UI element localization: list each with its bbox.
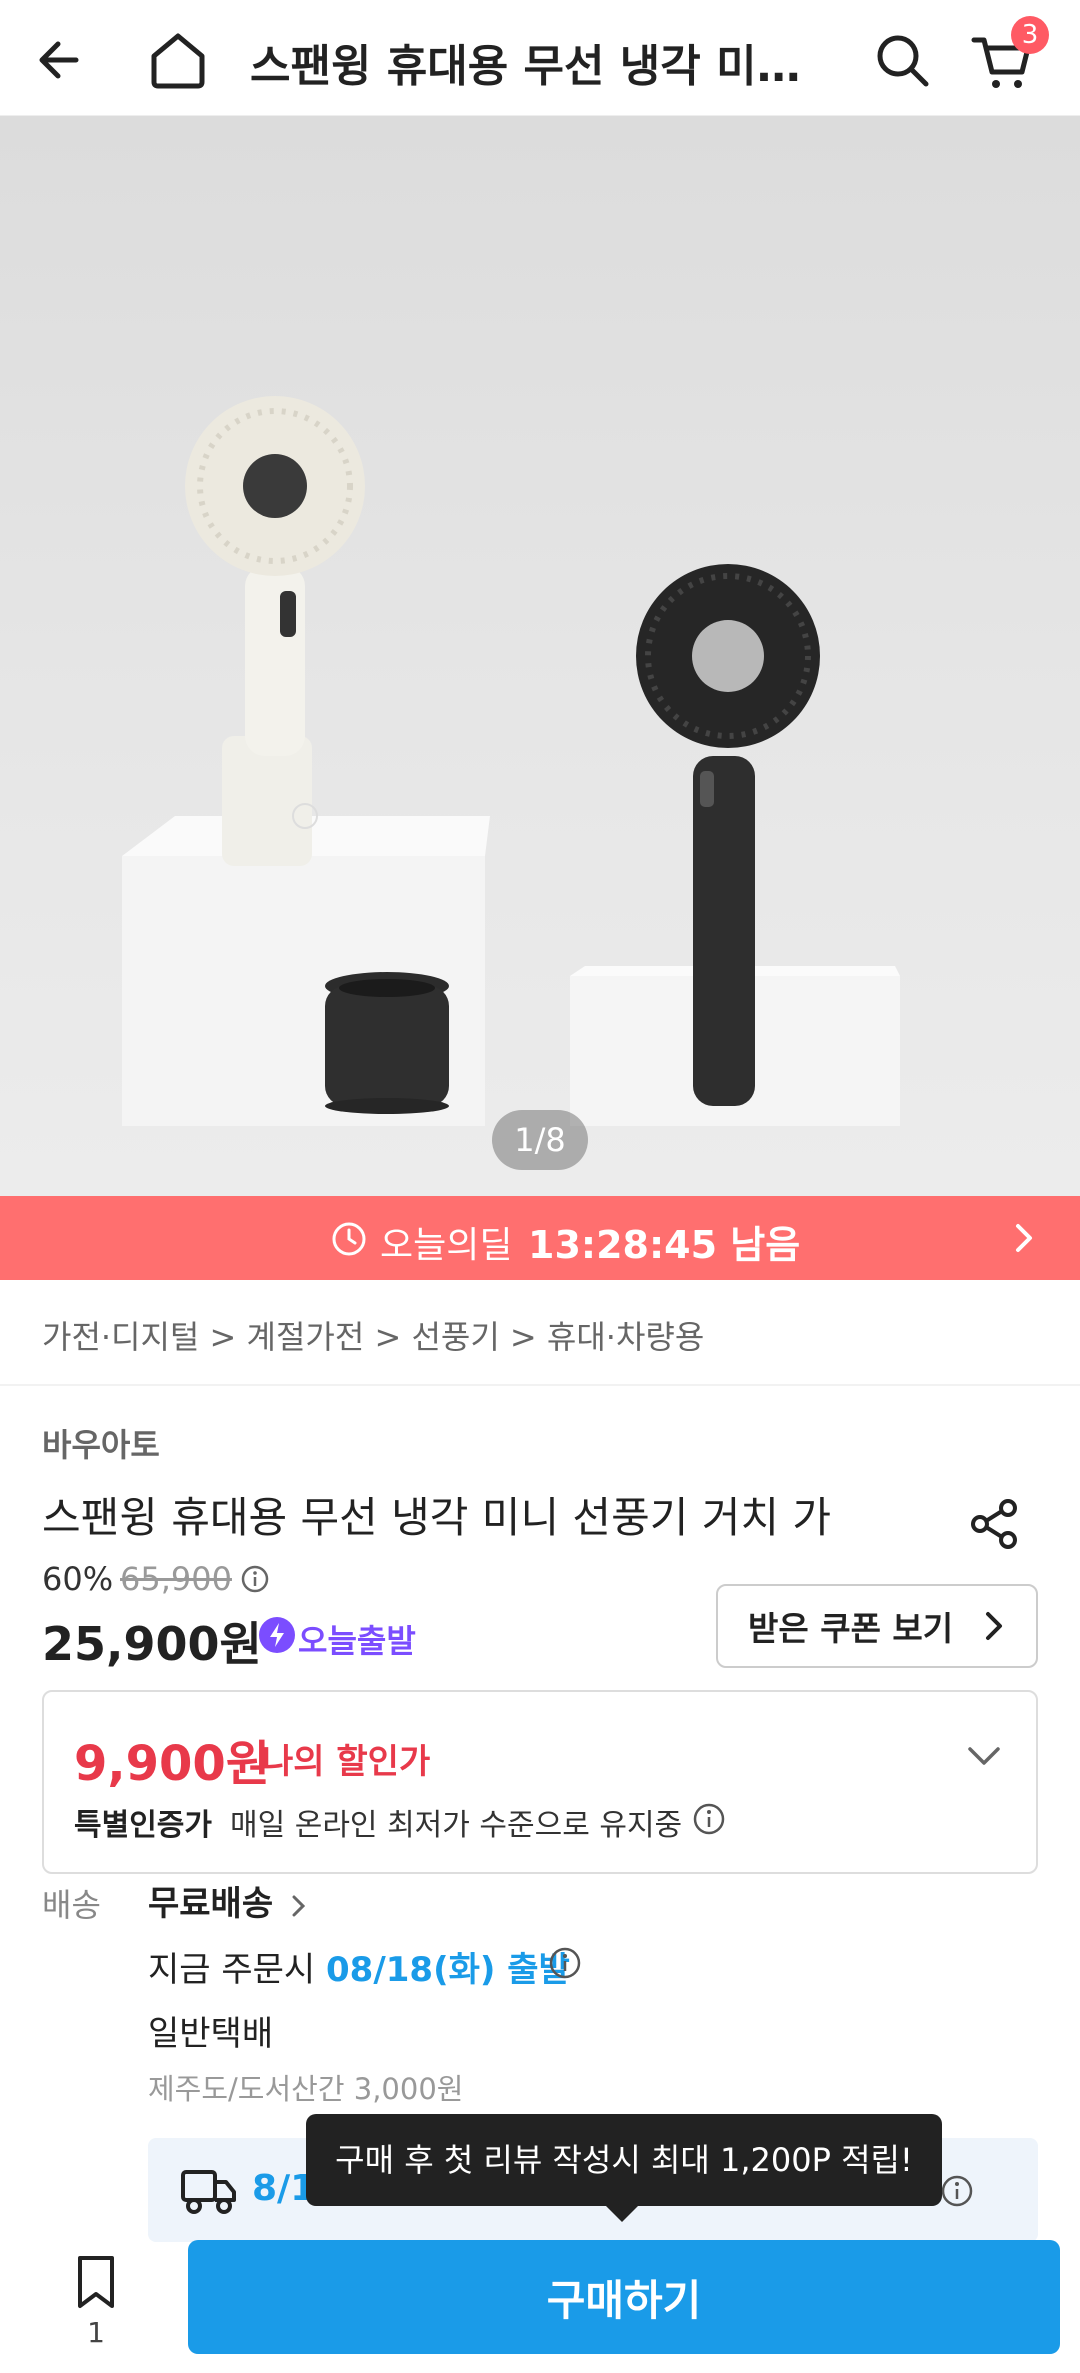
my-price: 9,900원 — [74, 1736, 270, 1792]
product-page: 스팬윙 휴대용 무선 냉각 미니 … 3 1/8 오늘의딜 13:28:45 남… — [0, 0, 1080, 2373]
sale-price: 25,900원 — [42, 1617, 262, 1671]
free-shipping-link[interactable]: 무료배송 — [148, 1876, 313, 1925]
lightning-icon — [258, 1616, 296, 1654]
my-discount-price-box[interactable]: 9,900원 나의 할인가 특별인증가 매일 온라인 최저가 수준으로 유지중 — [42, 1690, 1038, 1874]
shipping-label: 배송 — [42, 1886, 101, 1924]
my-price-label: 나의 할인가 — [262, 1742, 431, 1782]
deal-label: 오늘의딜 — [380, 1225, 513, 1266]
certified-price-title: 특별인증가 — [74, 1808, 212, 1843]
today-ship-badge: 오늘출발 — [298, 1622, 416, 1660]
clock-icon — [330, 1220, 368, 1258]
chevron-down-icon[interactable] — [964, 1736, 1004, 1776]
truck-icon — [180, 2164, 238, 2216]
order-dispatch-info: 지금 주문시 08/18(화) 출발 — [148, 1942, 570, 1991]
cart-count-badge: 3 — [1011, 16, 1049, 54]
top-app-bar: 스팬윙 휴대용 무선 냉각 미니 … 3 — [0, 0, 1080, 116]
view-coupons-label: 받은 쿠폰 보기 — [748, 1609, 954, 1648]
home-icon[interactable] — [146, 28, 210, 92]
order-prefix: 지금 주문시 — [148, 1950, 327, 1990]
chevron-right-icon — [1004, 1218, 1044, 1258]
info-icon[interactable] — [692, 1802, 726, 1836]
info-icon[interactable] — [548, 1946, 582, 1980]
bookmark-icon[interactable] — [70, 2254, 122, 2310]
search-icon[interactable] — [870, 28, 934, 92]
chevron-right-icon — [974, 1606, 1014, 1654]
brand-name[interactable]: 바우아토 — [42, 1420, 160, 1466]
review-points-tooltip: 구매 후 첫 리뷰 작성시 최대 1,200P 적립! — [306, 2114, 942, 2206]
certified-price-desc: 매일 온라인 최저가 수준으로 유지중 — [230, 1808, 683, 1843]
discount-rate: 60% — [42, 1560, 114, 1598]
deal-countdown: 13:28:45 남음 — [528, 1223, 801, 1267]
product-name: 스팬윙 휴대용 무선 냉각 미니 선풍기 거치 가 — [42, 1493, 831, 1542]
shipping-method: 일반택배 — [148, 2014, 274, 2054]
info-icon[interactable] — [240, 1564, 270, 1594]
tooltip-tail — [604, 2204, 640, 2222]
page-title: 스팬윙 휴대용 무선 냉각 미니 … — [250, 41, 810, 92]
back-arrow-icon[interactable] — [28, 28, 92, 92]
info-icon[interactable] — [940, 2174, 974, 2208]
share-icon[interactable] — [966, 1496, 1022, 1552]
remote-area-fee: 제주도/도서산간 3,000원 — [148, 2072, 464, 2106]
todays-deal-banner[interactable]: 오늘의딜 13:28:45 남음 — [0, 1196, 1080, 1280]
breadcrumb[interactable]: 가전·디지털 > 계절가전 > 선풍기 > 휴대·차량용 — [42, 1312, 704, 1358]
dispatch-date: 08/18(화) 출발 — [326, 1950, 570, 1990]
free-shipping-text: 무료배송 — [148, 1884, 274, 1924]
original-price: 65,900 — [120, 1560, 232, 1598]
product-image[interactable] — [0, 116, 1080, 1196]
section-divider — [0, 1384, 1080, 1386]
buy-button[interactable]: 구매하기 — [188, 2240, 1060, 2354]
bookmark-count: 1 — [87, 2316, 105, 2349]
chevron-right-icon — [292, 1895, 306, 1916]
view-coupons-button[interactable]: 받은 쿠폰 보기 — [716, 1584, 1038, 1668]
image-pager: 1/8 — [492, 1110, 588, 1170]
product-photo-illustration — [122, 396, 900, 1126]
